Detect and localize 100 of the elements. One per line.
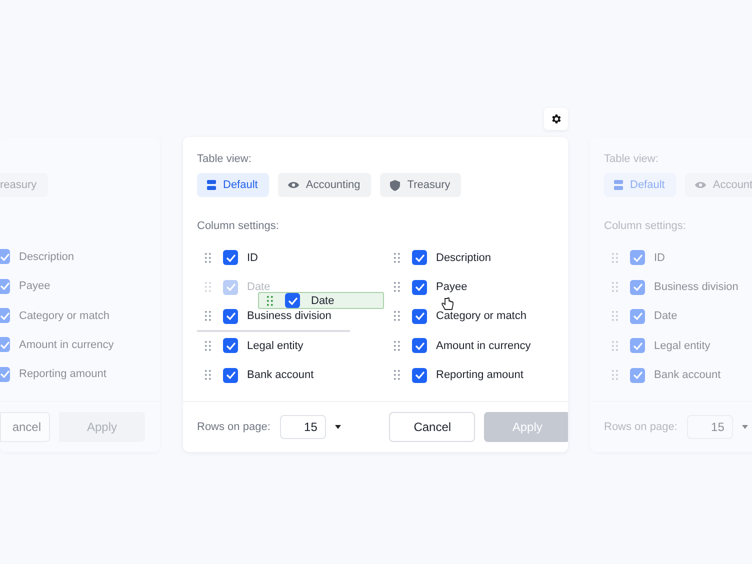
check-icon — [288, 296, 298, 304]
checkbox[interactable] — [412, 280, 427, 295]
check-icon — [0, 370, 10, 378]
drag-handle-icon[interactable] — [394, 311, 400, 322]
section-title: Table view: — [197, 152, 252, 167]
checkbox[interactable] — [0, 249, 10, 264]
drag-handle-icon[interactable] — [612, 370, 618, 380]
column-label: Amount in currency — [19, 338, 114, 351]
column-label: Category or match — [19, 310, 110, 322]
check-icon — [414, 342, 424, 350]
column-label: Bank account — [247, 369, 314, 382]
rows-icon — [614, 180, 623, 190]
checkbox[interactable] — [630, 308, 645, 324]
drag-handle-icon[interactable] — [394, 282, 400, 292]
eye-icon — [694, 181, 706, 189]
check-icon — [632, 283, 642, 292]
view-tab[interactable]: Default — [604, 173, 676, 197]
view-tab[interactable]: Treasury — [380, 173, 462, 197]
check-icon — [226, 342, 236, 350]
column-label: Category or match — [436, 310, 526, 322]
checkbox[interactable] — [0, 366, 10, 382]
shield-icon — [390, 180, 400, 190]
drag-handle-icon[interactable] — [205, 370, 211, 380]
checkbox[interactable] — [223, 308, 238, 324]
view-tab[interactable]: reasury — [0, 172, 48, 197]
check-icon — [226, 312, 236, 320]
column-label: Description — [19, 250, 74, 263]
checkbox[interactable] — [223, 338, 238, 354]
cancel-button[interactable]: Cancel — [389, 412, 476, 442]
checkbox[interactable] — [630, 280, 645, 295]
check-icon — [226, 283, 236, 292]
check-icon — [0, 312, 10, 320]
dragged-column[interactable]: Date — [258, 292, 384, 309]
column-label: Bank account — [654, 369, 721, 382]
checkbox[interactable] — [285, 293, 300, 308]
check-icon — [632, 254, 642, 262]
drag-handle-icon[interactable] — [394, 252, 400, 263]
drag-handle-icon[interactable] — [612, 311, 618, 322]
checkbox[interactable] — [630, 338, 645, 354]
checkbox[interactable] — [630, 368, 645, 383]
column-label: Payee — [436, 281, 468, 294]
column-label: Payee — [19, 280, 50, 292]
check-icon — [632, 312, 642, 320]
check-icon — [0, 340, 10, 349]
hand-cursor-icon — [441, 297, 454, 311]
drag-handle-icon[interactable] — [612, 252, 618, 263]
checkbox[interactable] — [412, 308, 427, 324]
settings-button[interactable] — [544, 108, 568, 130]
check-icon — [414, 254, 424, 262]
column-label: Business division — [247, 310, 332, 322]
drag-handle-icon[interactable] — [612, 282, 618, 292]
checkbox[interactable] — [630, 250, 645, 266]
caret-icon[interactable] — [335, 425, 342, 429]
drag-handle-icon[interactable] — [394, 370, 400, 380]
eye-icon — [288, 181, 299, 189]
checkbox[interactable] — [412, 250, 427, 266]
column-label: Date — [247, 281, 270, 294]
rows-select[interactable]: 15 — [280, 415, 326, 439]
drag-handle-icon[interactable] — [267, 296, 273, 306]
section-title: Column settings: — [197, 219, 279, 234]
checkbox[interactable] — [412, 338, 427, 354]
view-tab[interactable]: Accounting — [278, 173, 372, 197]
checkbox[interactable] — [223, 280, 238, 295]
rows-icon — [207, 180, 216, 190]
check-icon — [226, 371, 236, 380]
column-label: Legal entity — [247, 340, 304, 352]
checkbox[interactable] — [0, 278, 10, 294]
gear-icon — [550, 113, 562, 125]
checkbox[interactable] — [412, 368, 427, 383]
drag-handle-icon[interactable] — [205, 252, 211, 263]
check-icon — [414, 312, 424, 320]
column-label: Amount in currency — [436, 340, 531, 352]
drag-handle-icon[interactable] — [612, 340, 618, 351]
column-label: ID — [654, 252, 665, 264]
drag-handle-icon[interactable] — [205, 340, 211, 351]
drag-handle-icon[interactable] — [205, 282, 211, 292]
rows-label: Rows on page: — [604, 420, 678, 435]
column-label: Date — [654, 310, 678, 322]
check-icon — [0, 282, 10, 290]
checkbox[interactable] — [223, 368, 238, 383]
column-label: Legal entity — [654, 340, 710, 352]
check-icon — [632, 371, 642, 380]
checkbox[interactable] — [0, 337, 10, 352]
check-icon — [414, 283, 424, 292]
rows-label: Rows on page: — [197, 420, 270, 435]
view-tab[interactable]: Default — [197, 173, 269, 197]
column-label: Reporting amount — [19, 368, 106, 380]
checkbox[interactable] — [0, 308, 10, 323]
check-icon — [632, 342, 642, 350]
drag-handle-icon[interactable] — [205, 311, 211, 322]
column-label: Reporting amount — [436, 369, 524, 382]
rows-select[interactable]: 15 — [687, 415, 734, 439]
column-label: Description — [436, 252, 492, 264]
check-icon — [226, 254, 236, 262]
check-icon — [414, 371, 424, 380]
checkbox[interactable] — [223, 250, 238, 266]
check-icon — [0, 252, 10, 261]
column-label: ID — [247, 252, 258, 264]
drag-handle-icon[interactable] — [394, 340, 400, 351]
cancel-button[interactable]: ancel — [0, 412, 50, 442]
